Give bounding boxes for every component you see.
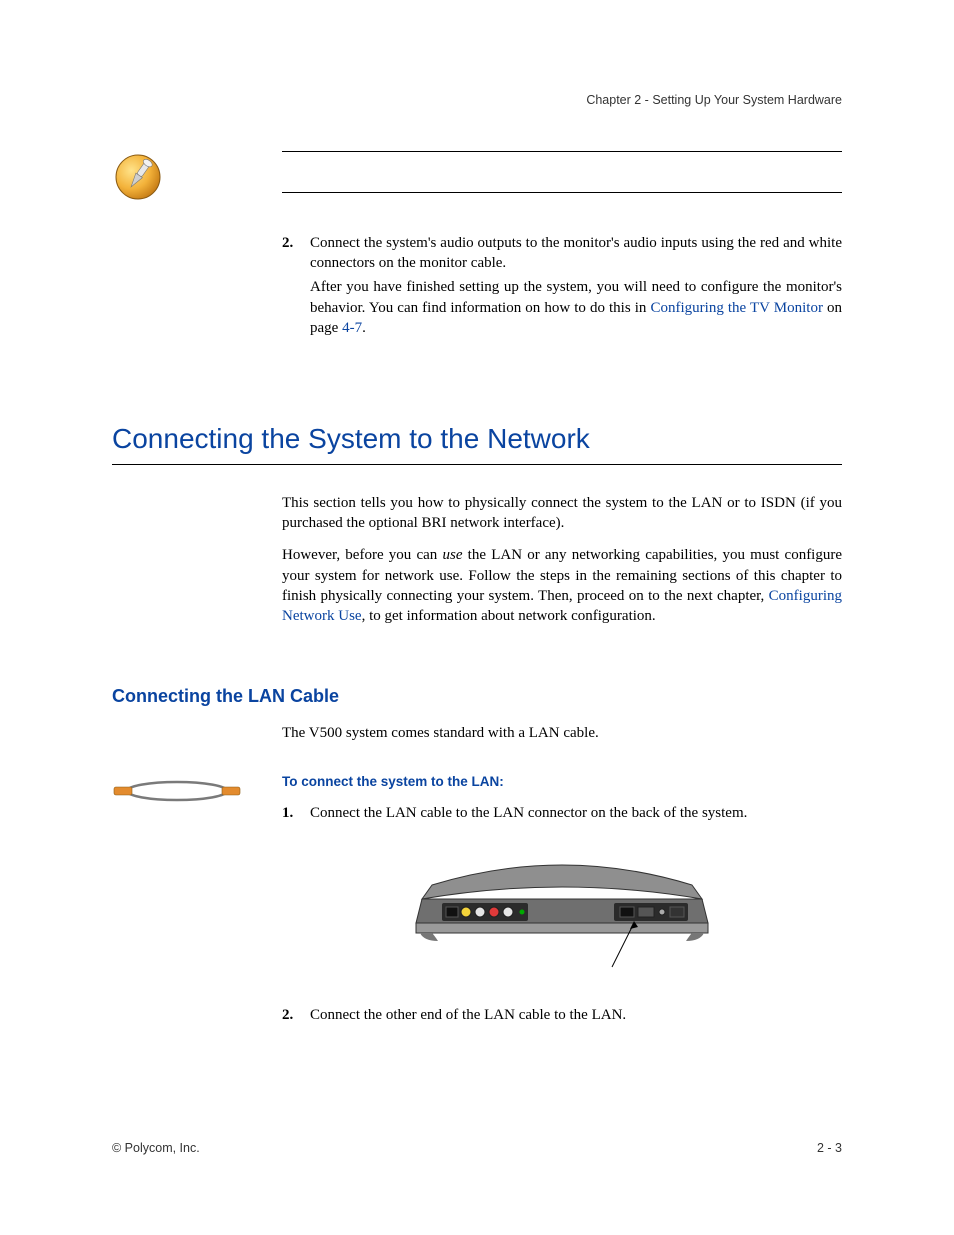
page-footer: © Polycom, Inc. 2 - 3 [112, 1140, 842, 1157]
note-rule-bottom [282, 192, 842, 193]
lan-cable-icon [112, 773, 264, 809]
lan-step-1: Connect the LAN cable to the LAN connect… [310, 803, 842, 823]
procedure-heading: To connect the system to the LAN: [282, 773, 842, 791]
network-body: This section tells you how to physically… [112, 493, 842, 639]
heading-connecting-lan-cable: Connecting the LAN Cable [112, 684, 842, 708]
heading-connecting-network: Connecting the System to the Network [112, 420, 842, 465]
note-block [112, 151, 842, 203]
link-page-4-7[interactable]: 4-7 [342, 320, 362, 336]
link-configuring-tv-monitor[interactable]: Configuring the TV Monitor [650, 300, 822, 316]
network-para-1: This section tells you how to physically… [282, 493, 842, 534]
device-figure [282, 845, 842, 975]
run: . [362, 320, 366, 336]
run: However, before you can [282, 547, 443, 563]
footer-page-number: 2 - 3 [817, 1140, 842, 1157]
step-2-text-a: Connect the system's audio outputs to th… [310, 233, 842, 274]
list-number: 2. [282, 233, 310, 253]
step-2-row: 2. Connect the system's audio outputs to… [112, 233, 842, 350]
list-number: 1. [282, 803, 310, 823]
page: Chapter 2 - Setting Up Your System Hardw… [0, 0, 954, 1235]
pushpin-icon [112, 151, 264, 203]
lan-step-2: Connect the other end of the LAN cable t… [310, 1005, 842, 1025]
step-2-text-b: After you have finished setting up the s… [310, 277, 842, 338]
chapter-header: Chapter 2 - Setting Up Your System Hardw… [112, 92, 842, 109]
italic: use [443, 547, 463, 563]
network-para-2: However, before you can use the LAN or a… [282, 545, 842, 626]
run: , to get information about network confi… [362, 608, 656, 624]
footer-copyright: © Polycom, Inc. [112, 1140, 200, 1157]
lan-procedure: To connect the system to the LAN: 1. Con… [112, 773, 842, 1030]
note-rule-top [282, 151, 842, 192]
lan-para-1: The V500 system comes standard with a LA… [282, 723, 842, 743]
lan-intro: The V500 system comes standard with a LA… [112, 723, 842, 743]
list-number: 2. [282, 1005, 310, 1025]
